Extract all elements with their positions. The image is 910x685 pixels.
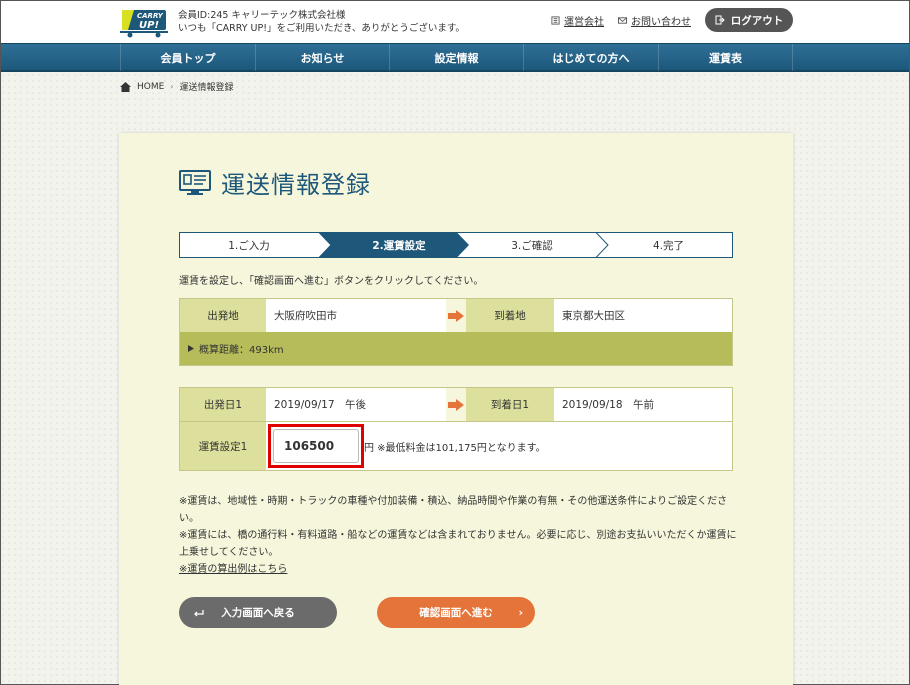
triangle-right-icon — [188, 345, 194, 352]
step-4: 4.完了 — [652, 239, 685, 252]
step-1: 1.ご入力 — [228, 239, 270, 252]
note-1: ※運賃は、地域性・時期・トラックの車種や付加装備・積込、納品時間や作業の有無・そ… — [179, 496, 728, 524]
member-id: 会員ID:245 キャリーテック株式会社様 — [178, 10, 346, 21]
contact-link-label[interactable]: お問い合わせ — [631, 13, 691, 28]
company-link-label[interactable]: 運営会社 — [564, 13, 604, 28]
breadcrumb-current: 運送情報登録 — [179, 83, 234, 93]
origin-label: 出発地 — [180, 299, 266, 332]
arrive-date-label: 到着日1 — [466, 388, 554, 421]
back-button-label[interactable]: 入力画面へ戻る — [221, 605, 295, 620]
step-indicator: 1.ご入力 2.運賃設定 3.ご確認 4.完了 — [179, 232, 733, 258]
page-title: 運送情報登録 — [221, 171, 371, 199]
nav-item-fare-table[interactable]: 運賃表 — [658, 44, 793, 71]
home-icon — [120, 81, 131, 92]
fare-suffix-text: 円 ※最低料金は101,175円となります。 — [364, 442, 546, 454]
nav-item-settings[interactable]: 設定情報 — [389, 44, 523, 71]
return-arrow-icon — [194, 609, 204, 616]
svg-text:UP!: UP! — [139, 20, 159, 31]
destination-label: 到着地 — [466, 299, 554, 332]
depart-date-label: 出発日1 — [180, 388, 266, 421]
greeting-text: いつも「CARRY UP!」をご利用いただき、ありがとうございます。 — [178, 23, 465, 34]
next-button-label[interactable]: 確認画面へ進む — [419, 605, 493, 620]
building-icon — [551, 16, 560, 25]
arrow-right-icon — [446, 299, 466, 332]
main-card: 運送情報登録 1.ご入力 2.運賃設定 3.ご確認 4.完了 運賃を設定し、「確… — [119, 133, 793, 685]
instruction-text: 運賃を設定し、「確認画面へ進む」ボタンをクリックしてください。 — [179, 276, 484, 287]
fare-example-link[interactable]: ※運賃の算出例はこちら — [179, 564, 287, 575]
distance-text: 概算距離：493km — [199, 345, 284, 356]
next-button[interactable]: 確認画面へ進む › — [377, 597, 535, 628]
note-2: ※運賃には、橋の通行料・有料道路・船などの運賃などは含まれておりません。必要に応… — [179, 530, 737, 558]
nav-item-beginners[interactable]: はじめての方へ — [523, 44, 658, 71]
company-link[interactable]: 運営会社 — [551, 13, 604, 28]
highlight-box — [268, 424, 364, 468]
page-heading: 運送情報登録 — [179, 165, 371, 200]
breadcrumb: HOME › 運送情報登録 — [120, 80, 234, 93]
nav-item-news[interactable]: お知らせ — [255, 44, 389, 71]
chevron-right-icon: › — [170, 82, 174, 91]
contact-link[interactable]: お問い合わせ — [618, 13, 691, 28]
step-2-active: 2.運賃設定 — [372, 239, 426, 252]
monitor-form-icon — [179, 169, 211, 195]
chevron-right-icon: › — [518, 606, 523, 619]
nav-item-member-top[interactable]: 会員トップ — [120, 44, 255, 71]
step-3: 3.ご確認 — [511, 239, 553, 252]
notes: ※運賃は、地域性・時期・トラックの車種や付加装備・積込、納品時間や作業の有無・そ… — [179, 493, 739, 578]
destination-value: 東京都大田区 — [554, 299, 732, 332]
fare-label: 運賃設定1 — [180, 421, 266, 470]
carry-up-logo[interactable]: CARRY UP! — [120, 6, 170, 38]
global-nav: 会員トップ お知らせ 設定情報 はじめての方へ 運賃表 — [1, 43, 909, 72]
distance-bar: 概算距離：493km — [180, 332, 732, 365]
route-table: 出発地 大阪府吹田市 到着地 東京都大田区 概算距離：493km — [179, 298, 733, 366]
schedule-table: 出発日1 2019/09/17 午後 到着日1 2019/09/18 午前 運賃… — [179, 387, 733, 471]
member-info: 会員ID:245 キャリーテック株式会社様 いつも「CARRY UP!」をご利用… — [178, 9, 465, 35]
back-button[interactable]: 入力画面へ戻る — [179, 597, 337, 628]
mail-icon — [618, 17, 627, 24]
origin-value: 大阪府吹田市 — [266, 299, 446, 332]
logout-icon — [715, 15, 725, 25]
logout-label[interactable]: ログアウト — [731, 13, 784, 28]
logout-button[interactable]: ログアウト — [705, 8, 793, 32]
header: CARRY UP! 会員ID:245 キャリーテック株式会社様 いつも「CARR… — [1, 1, 909, 43]
breadcrumb-home[interactable]: HOME — [137, 82, 164, 92]
arrow-right-icon — [446, 388, 466, 421]
arrive-date-value: 2019/09/18 午前 — [554, 388, 732, 421]
depart-date-value: 2019/09/17 午後 — [266, 388, 446, 421]
svg-text:CARRY: CARRY — [137, 12, 164, 20]
